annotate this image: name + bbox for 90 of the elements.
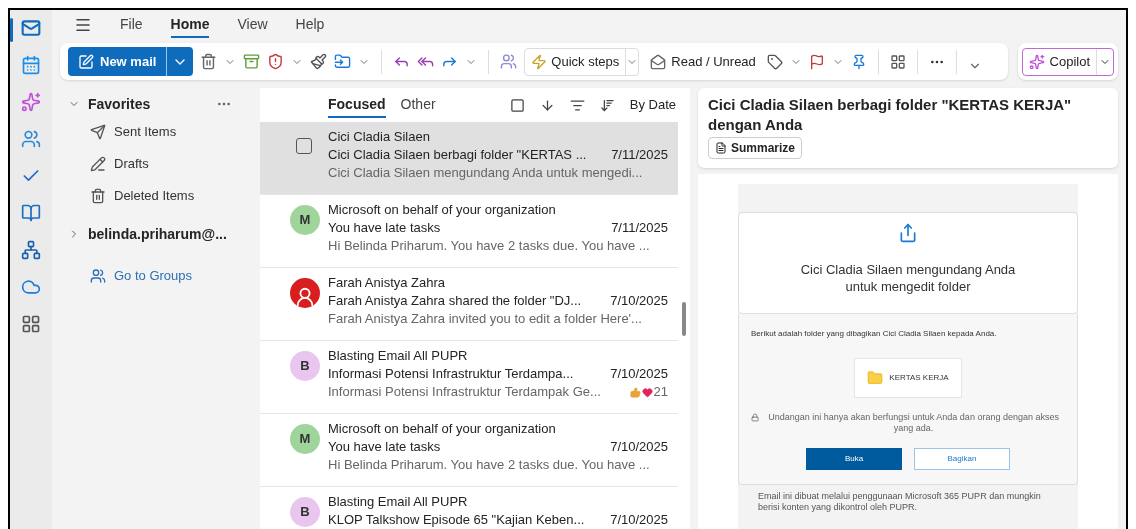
open-envelope-icon xyxy=(650,53,667,70)
menu-icon[interactable] xyxy=(74,16,92,34)
message-subject: KLOP Talkshow Episode 65 "Kajian Keben... xyxy=(328,511,585,529)
read-unread-button[interactable]: Read / Unread xyxy=(646,51,760,72)
reaction-count: 21 xyxy=(653,383,668,401)
folder-item[interactable]: Drafts xyxy=(114,154,149,174)
message-date: 7/10/2025 xyxy=(610,365,668,383)
team-icon[interactable] xyxy=(500,53,518,70)
menu-tab[interactable]: Help xyxy=(295,12,325,38)
message-date: 7/10/2025 xyxy=(610,292,668,310)
folder-move-icon[interactable] xyxy=(334,53,352,70)
message-date: 7/11/2025 xyxy=(611,219,668,237)
message-subject: Farah Anistya Zahra shared the folder "DJ... xyxy=(328,292,582,310)
message-subject: You have late tasks xyxy=(328,438,441,456)
message-preview: Hi Belinda Priharum. You have 2 tasks due. You have ... xyxy=(328,237,650,255)
menu-tab[interactable]: File xyxy=(120,12,143,38)
network-icon[interactable] xyxy=(21,240,41,260)
shield-alert-icon[interactable] xyxy=(267,53,285,70)
message-preview: Farah Anistya Zahra invited you to edit a folder Here'... xyxy=(328,310,642,328)
trash-icon[interactable] xyxy=(200,53,218,70)
checkbox[interactable] xyxy=(296,138,312,154)
brush-icon[interactable] xyxy=(310,53,328,70)
message-preview: Hi Belinda Priharum. You have 2 tasks due. You have ... xyxy=(328,456,650,474)
message-subject: Informasi Potensi Infrastruktur Terdampa... xyxy=(328,365,574,383)
compose-icon xyxy=(78,53,94,70)
sparkle-icon xyxy=(1028,53,1045,70)
message-item[interactable]: Cici Cladia Silaen Cici Cladia Silaen berbagi folder "KERTAS ... 7/11/2025 Cici Cladia Silaen mengundang Anda untuk mengedi... xyxy=(260,122,678,195)
trash-icon xyxy=(90,188,106,204)
folder-tile[interactable]: KERTAS KERJA xyxy=(854,358,962,398)
sparkle-icon[interactable] xyxy=(21,92,41,112)
sender-name: Farah Anistya Zahra xyxy=(328,274,447,292)
lock-icon xyxy=(751,413,760,422)
people-icon[interactable] xyxy=(21,129,41,149)
folder-item[interactable]: Sent Items xyxy=(114,122,177,142)
flag-icon[interactable] xyxy=(808,53,825,70)
sort-button[interactable]: By Date xyxy=(629,95,676,115)
heart-icon xyxy=(641,386,653,398)
sender-name: Blasting Email All PUPR xyxy=(328,347,469,365)
folder-name: KERTAS KERJA xyxy=(889,372,949,384)
list-tab[interactable]: Other xyxy=(400,92,436,118)
account-toggle[interactable]: belinda.priharum@... xyxy=(68,222,252,246)
go-to-groups-link[interactable]: Go to Groups xyxy=(114,266,193,286)
apps-icon[interactable] xyxy=(21,314,41,334)
send-icon xyxy=(90,124,106,140)
tag-icon[interactable] xyxy=(766,53,783,70)
message-preview: Informasi Potensi Infrastruktur Terdampak Ge... xyxy=(328,383,601,401)
message-date: 7/10/2025 xyxy=(610,511,668,529)
arrow-down-icon[interactable] xyxy=(539,97,555,113)
intro-text: Berikut adalah folder yang dibagikan Cici Cladia Silaen kepada Anda. xyxy=(751,328,997,340)
thumbs-up-icon xyxy=(629,386,641,398)
apps-icon[interactable] xyxy=(889,53,906,70)
list-tab[interactable]: Focused xyxy=(328,92,386,118)
avatar-initial: M xyxy=(299,430,311,449)
cloud-icon[interactable] xyxy=(21,277,41,297)
message-date: 7/10/2025 xyxy=(610,438,668,456)
avatar-initial: B xyxy=(300,503,310,522)
sender-name: Microsoft on behalf of your organization xyxy=(328,201,557,219)
filter-icon[interactable] xyxy=(569,97,585,113)
share-button[interactable]: Bagikan xyxy=(914,448,1010,470)
document-icon xyxy=(715,142,727,154)
avatar-initial: B xyxy=(300,357,310,376)
menu-tab[interactable]: View xyxy=(237,12,268,38)
notice-text: Undangan ini hanya akan berfungsi untuk Anda dan orang dengan akses yang ada. xyxy=(767,412,1060,434)
message-subject: You have late tasks xyxy=(328,219,441,237)
archive-icon[interactable] xyxy=(243,53,261,70)
footer-text: Email ini dibuat melalui penggunaan Microsoft 365 PUPR dan mungkin berisi konten yang dikontrol oleh PUPR. xyxy=(757,490,1042,513)
mail-icon[interactable] xyxy=(21,18,41,38)
message-date: 7/11/2025 xyxy=(611,146,668,164)
share-icon xyxy=(898,223,918,243)
sender-name: Microsoft on behalf of your organization xyxy=(328,420,557,438)
message-preview: Cici Cladia Silaen mengundang Anda untuk mengedi... xyxy=(328,164,643,182)
calendar-icon[interactable] xyxy=(21,55,41,75)
lightning-icon xyxy=(531,53,548,70)
email-subject: Cici Cladia Silaen berbagi folder "KERTAS KERJA" dengan Anda xyxy=(708,95,1073,135)
groups-icon xyxy=(90,267,106,284)
card-title: Cici Cladia Silaen mengundang Anda untuk mengedit folder xyxy=(799,261,1017,295)
folder-item[interactable]: Deleted Items xyxy=(114,186,195,206)
book-icon[interactable] xyxy=(21,203,41,223)
sort-icon[interactable] xyxy=(599,97,615,113)
message-subject: Cici Cladia Silaen berbagi folder "KERTAS ... xyxy=(328,146,587,164)
sender-name: Blasting Email All PUPR xyxy=(328,493,469,511)
open-button[interactable]: Buka xyxy=(806,448,902,470)
select-icon[interactable] xyxy=(509,97,525,113)
avatar-initial: M xyxy=(299,211,311,230)
summarize-button[interactable]: Summarize xyxy=(708,137,803,159)
menu-tab[interactable]: Home xyxy=(170,12,210,38)
pencil-icon xyxy=(90,156,106,172)
sender-name: Cici Cladia Silaen xyxy=(328,128,431,146)
favorites-toggle[interactable]: Favorites xyxy=(68,93,151,115)
folder-icon xyxy=(867,370,884,386)
